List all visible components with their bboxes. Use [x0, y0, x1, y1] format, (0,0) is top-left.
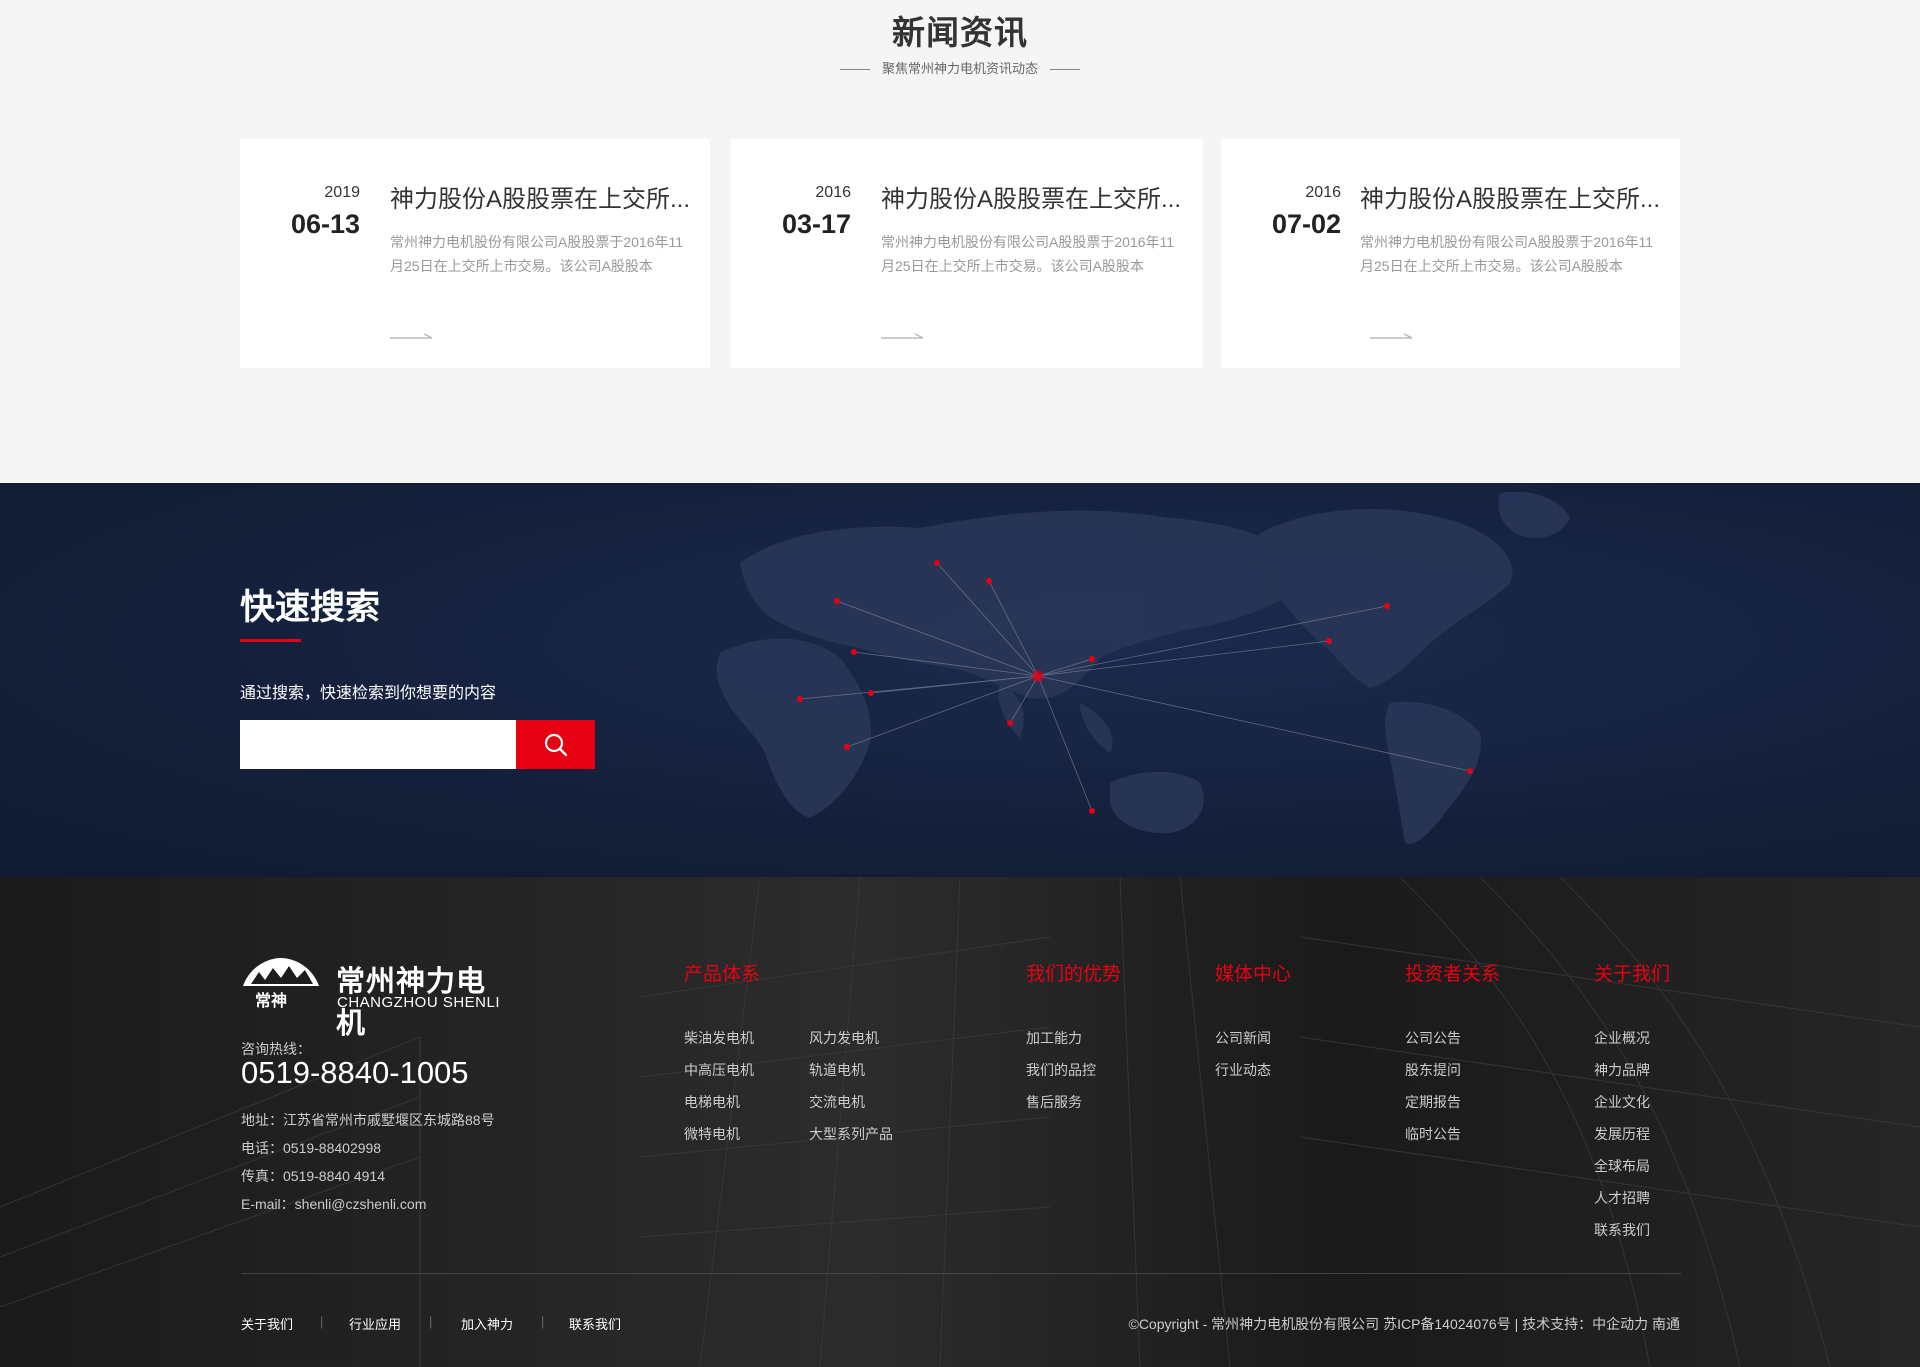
site-footer: 常神 常州神力电机 CHANGZHOU SHENLI 咨询热线： 0519-88…: [0, 877, 1920, 1367]
footer-column-title[interactable]: 媒体中心: [1215, 959, 1291, 986]
news-card-title[interactable]: 神力股份A股股票在上交所...: [390, 179, 694, 214]
footer-link[interactable]: 企业概况: [1594, 1028, 1650, 1048]
footer-column-title[interactable]: 投资者关系: [1405, 959, 1500, 986]
news-card-date: 06-13: [290, 209, 360, 239]
news-card[interactable]: 2016 03-17 神力股份A股股票在上交所... 常州神力电机股份有限公司A…: [731, 139, 1203, 368]
news-card-date: 07-02: [1271, 209, 1341, 239]
news-section-title: 新闻资讯: [892, 14, 1028, 51]
footer-link[interactable]: 临时公告: [1405, 1124, 1461, 1144]
news-card-year: 2016: [1305, 184, 1341, 201]
arrow-right-icon[interactable]: [390, 329, 432, 341]
bottom-link-about[interactable]: 关于我们: [241, 1314, 293, 1333]
footer-link[interactable]: 风力发电机: [809, 1028, 879, 1048]
footer-link[interactable]: 人才招聘: [1594, 1188, 1650, 1208]
news-section: 新闻资讯 聚焦常州神力电机资讯动态 2019 06-13 神力股份A股股票在上交…: [0, 0, 1920, 483]
hotline-number: 0519-8840-1005: [241, 1055, 469, 1090]
footer-link[interactable]: 微特电机: [684, 1124, 740, 1144]
company-logo[interactable]: 常神 常州神力电机 CHANGZHOU SHENLI: [241, 956, 511, 1040]
quick-search-section: 快速搜索 通过搜索，快速检索到你想要的内容: [0, 483, 1920, 877]
news-card-summary: 常州神力电机股份有限公司A股股票于2016年11月25日在上交所上市交易。该公司…: [881, 234, 1175, 274]
footer-link[interactable]: 联系我们: [1594, 1220, 1650, 1240]
news-card-year: 2016: [815, 184, 851, 201]
contact-address: 地址：江苏省常州市戚墅堰区东城路88号: [241, 1112, 495, 1128]
news-card[interactable]: 2016 07-02 神力股份A股股票在上交所... 常州神力电机股份有限公司A…: [1221, 139, 1680, 368]
subtitle-left-line: [839, 69, 870, 71]
search-icon: [544, 733, 567, 756]
footer-link[interactable]: 行业动态: [1215, 1060, 1271, 1080]
news-card-title[interactable]: 神力股份A股股票在上交所...: [1360, 179, 1664, 214]
news-subtitle-text: 聚焦常州神力电机资讯动态: [881, 61, 1038, 76]
footer-link[interactable]: 公司新闻: [1215, 1028, 1271, 1048]
quick-search-description: 通过搜索，快速检索到你想要的内容: [240, 685, 497, 702]
contact-email: E-mail：shenli@czshenli.com: [241, 1196, 427, 1212]
bottom-link-separator: |: [320, 1314, 324, 1329]
arrow-right-icon[interactable]: [881, 329, 923, 341]
footer-divider: [241, 1273, 1681, 1274]
footer-link[interactable]: 加工能力: [1026, 1028, 1082, 1048]
footer-link[interactable]: 交流电机: [809, 1092, 865, 1112]
footer-link[interactable]: 定期报告: [1405, 1092, 1461, 1112]
news-card-year: 2019: [324, 184, 360, 201]
footer-link[interactable]: 全球布局: [1594, 1156, 1650, 1176]
company-logo-mark: 常神: [243, 958, 319, 1010]
contact-phone: 电话：0519-88402998: [241, 1140, 382, 1156]
footer-link[interactable]: 我们的品控: [1026, 1060, 1096, 1080]
news-card-summary: 常州神力电机股份有限公司A股股票于2016年11月25日在上交所上市交易。该公司…: [390, 234, 684, 274]
svg-text:常神: 常神: [255, 991, 287, 1010]
arrow-right-icon[interactable]: [1370, 329, 1412, 341]
news-card[interactable]: 2019 06-13 神力股份A股股票在上交所... 常州神力电机股份有限公司A…: [240, 139, 710, 368]
contact-fax: 传真：0519-8840 4914: [241, 1168, 385, 1184]
news-card-date: 03-17: [781, 209, 851, 239]
copyright-text: ©Copyright - 常州神力电机股份有限公司 苏ICP备14024076号…: [1128, 1316, 1681, 1332]
footer-link[interactable]: 股东提问: [1405, 1060, 1461, 1080]
bottom-link-join[interactable]: 加入神力: [461, 1314, 513, 1333]
world-map-illustration: [716, 491, 1570, 844]
bottom-link-separator: |: [429, 1314, 433, 1329]
news-card-summary: 常州神力电机股份有限公司A股股票于2016年11月25日在上交所上市交易。该公司…: [1360, 234, 1654, 274]
footer-link[interactable]: 企业文化: [1594, 1092, 1650, 1112]
footer-link[interactable]: 轨道电机: [809, 1060, 865, 1080]
footer-link[interactable]: 发展历程: [1594, 1124, 1650, 1144]
footer-link[interactable]: 公司公告: [1405, 1028, 1461, 1048]
footer-column-title[interactable]: 我们的优势: [1026, 959, 1121, 986]
footer-link[interactable]: 中高压电机: [684, 1060, 754, 1080]
bottom-link-contact[interactable]: 联系我们: [569, 1314, 621, 1333]
footer-column-title[interactable]: 产品体系: [684, 959, 760, 986]
bottom-link-applications[interactable]: 行业应用: [349, 1314, 401, 1333]
subtitle-right-line: [1050, 69, 1080, 71]
footer-link[interactable]: 柴油发电机: [684, 1028, 754, 1048]
search-input[interactable]: [240, 720, 516, 769]
news-card-title[interactable]: 神力股份A股股票在上交所...: [881, 179, 1187, 214]
footer-link[interactable]: 电梯电机: [684, 1092, 740, 1112]
quick-search-title: 快速搜索: [240, 588, 381, 627]
news-section-subtitle: 聚焦常州神力电机资讯动态: [0, 58, 1920, 77]
search-button[interactable]: [516, 720, 595, 769]
company-name-en: CHANGZHOU SHENLI: [337, 994, 501, 1011]
footer-link[interactable]: 大型系列产品: [809, 1124, 893, 1144]
footer-link[interactable]: 神力品牌: [1594, 1060, 1650, 1080]
footer-column-title[interactable]: 关于我们: [1594, 959, 1670, 986]
bottom-link-separator: |: [541, 1314, 545, 1329]
title-underline: [240, 639, 301, 642]
footer-link[interactable]: 售后服务: [1026, 1092, 1082, 1112]
